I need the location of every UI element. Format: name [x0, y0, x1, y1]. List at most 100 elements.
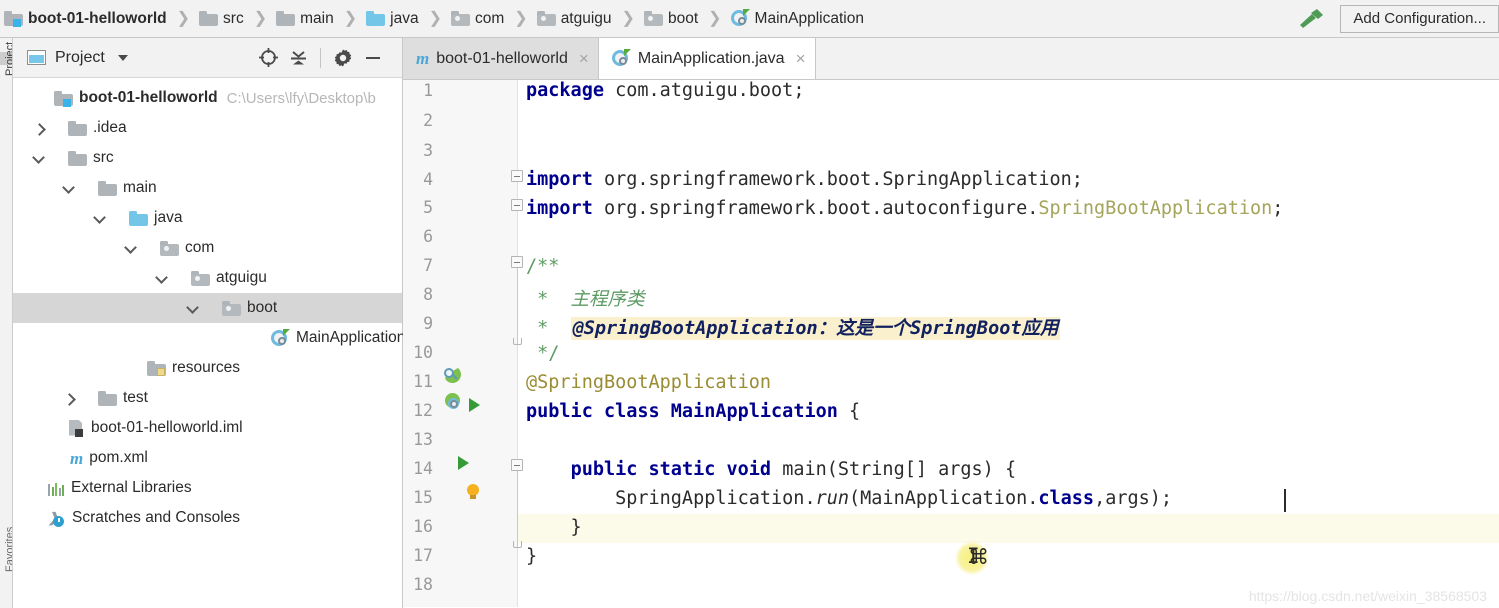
- locate-icon[interactable]: [253, 43, 283, 73]
- minimize-icon[interactable]: [358, 43, 388, 73]
- tree-arrow-collapsed-icon[interactable]: [63, 392, 76, 406]
- editor-gutter[interactable]: 1 2 3 4 5 6 7 8 9 10 11 12 13 14 15 16 1…: [403, 80, 518, 607]
- tree-arrow-expanded-icon[interactable]: [62, 180, 76, 195]
- tree-row-iml[interactable]: boot-01-helloworld.iml: [13, 413, 402, 443]
- line-number: 5: [423, 198, 433, 217]
- code-line-16: }: [526, 517, 582, 538]
- line-number: 7: [423, 256, 433, 275]
- tree-arrow-expanded-icon[interactable]: [93, 210, 107, 225]
- tree-arrow-collapsed-icon[interactable]: [33, 122, 46, 136]
- editor-tab-maven[interactable]: m boot-01-helloworld ×: [403, 38, 598, 79]
- add-configuration-button[interactable]: Add Configuration...: [1340, 4, 1499, 33]
- editor-tab-mainapplication[interactable]: MainApplication.java ×: [597, 38, 816, 79]
- project-panel-toolbar: Project: [13, 38, 402, 78]
- source-root-folder-icon: [129, 210, 148, 226]
- tree-row-src[interactable]: src: [13, 143, 402, 173]
- source-root-folder-icon: [366, 11, 386, 26]
- tree-row-com[interactable]: com: [13, 233, 402, 263]
- tree-label: pom.xml: [89, 449, 148, 466]
- code-line-11: @SpringBootApplication: [526, 372, 772, 393]
- line-number: 14: [413, 459, 433, 478]
- folder-icon: [98, 390, 117, 406]
- breadcrumb-item-atguigu[interactable]: atguigu: [533, 0, 614, 38]
- code-line-1: package com.atguigu.boot;: [526, 80, 805, 101]
- breadcrumb-item-class[interactable]: MainApplication: [727, 0, 866, 38]
- code-text[interactable]: package com.atguigu.boot; import org.spr…: [517, 80, 1499, 607]
- breadcrumb-item-src[interactable]: src: [195, 0, 246, 38]
- gear-icon[interactable]: [328, 43, 358, 73]
- line-number: 2: [423, 111, 433, 130]
- code-editor[interactable]: 1 2 3 4 5 6 7 8 9 10 11 12 13 14 15 16 1…: [403, 80, 1499, 607]
- tree-label: atguigu: [216, 269, 267, 286]
- collapse-all-icon[interactable]: [283, 43, 313, 73]
- breadcrumb-separator-icon: ❯: [253, 9, 268, 27]
- module-folder-icon: [4, 11, 23, 27]
- hammer-icon[interactable]: [1296, 6, 1326, 32]
- breadcrumb-item-main[interactable]: main: [272, 0, 336, 38]
- tree-row-test[interactable]: test: [13, 383, 402, 413]
- breadcrumb-item-boot[interactable]: boot: [640, 0, 700, 38]
- line-number: 4: [423, 170, 433, 189]
- folder-icon: [199, 11, 219, 26]
- navigation-bar: boot-01-helloworld ❯ src ❯ main ❯ java ❯…: [0, 0, 1499, 38]
- breadcrumb-item-module[interactable]: boot-01-helloworld: [0, 0, 169, 38]
- tree-arrow-expanded-icon[interactable]: [155, 270, 169, 285]
- tree-arrow-expanded-icon[interactable]: [186, 300, 200, 315]
- tree-row-resources[interactable]: resources: [13, 353, 402, 383]
- close-icon[interactable]: ×: [796, 50, 806, 67]
- tree-arrow-expanded-icon[interactable]: [124, 240, 138, 255]
- tree-row-main[interactable]: main: [13, 173, 402, 203]
- editor-tab-label: boot-01-helloworld: [436, 49, 568, 67]
- tree-row-external-libraries[interactable]: External Libraries: [13, 473, 402, 503]
- tool-window-tab-favorites[interactable]: Favorites: [0, 527, 12, 572]
- breadcrumb-item-com[interactable]: com: [447, 0, 506, 38]
- add-configuration-label: Add Configuration...: [1353, 10, 1486, 27]
- breadcrumb-separator-icon: ❯: [621, 9, 635, 27]
- folder-icon: [98, 180, 117, 196]
- line-number: 12: [413, 401, 433, 420]
- editor-tab-label: MainApplication.java: [637, 49, 785, 67]
- spring-boot-class-icon: [611, 49, 631, 68]
- tree-row-mainapplication[interactable]: MainApplication: [13, 323, 405, 353]
- breadcrumb-separator-icon: ❯: [176, 9, 191, 27]
- tree-row-java[interactable]: java: [13, 203, 402, 233]
- tree-row-pom[interactable]: m pom.xml: [13, 443, 402, 473]
- tree-label: boot-01-helloworld.iml: [91, 419, 243, 436]
- tree-arrow-expanded-icon[interactable]: [32, 150, 46, 165]
- line-number: 10: [413, 343, 433, 362]
- breadcrumb-separator-icon: ❯: [514, 9, 528, 27]
- tree-label: resources: [172, 359, 241, 376]
- ibeam-glyph: I: [967, 544, 980, 568]
- tree-row-module[interactable]: boot-01-helloworld C:\Users\lfy\Desktop\…: [13, 83, 402, 113]
- code-line-5: import org.springframework.boot.autoconf…: [526, 198, 1284, 219]
- tree-label: Scratches and Consoles: [72, 509, 241, 526]
- tree-label: boot: [247, 299, 278, 316]
- project-window-icon: [27, 50, 46, 65]
- scratches-icon: ❯: [48, 510, 66, 527]
- tree-row-scratches[interactable]: ❯ Scratches and Consoles: [13, 503, 402, 533]
- breadcrumb-separator-icon: ❯: [343, 9, 358, 27]
- editor-area: m boot-01-helloworld × MainApplication.j…: [403, 38, 1499, 608]
- tree-row-boot[interactable]: boot: [13, 293, 402, 323]
- code-line-15: SpringApplication.run(MainApplication.cl…: [526, 488, 1173, 509]
- code-line-9: * @SpringBootApplication：这是一个SpringBoot应…: [526, 314, 1061, 340]
- breadcrumb-label: com: [474, 9, 505, 27]
- breadcrumb-separator-icon: ❯: [428, 9, 442, 27]
- breadcrumb-item-java[interactable]: java: [362, 0, 420, 38]
- project-tool-window: Project boot-01-helloworld C:\Users\lfy\…: [13, 38, 405, 608]
- line-number: 3: [423, 141, 433, 160]
- run-gutter-icon[interactable]: [469, 398, 480, 412]
- code-line-7: /**: [526, 256, 560, 277]
- line-number: 6: [423, 227, 433, 246]
- breadcrumb-label: src: [223, 9, 244, 27]
- tool-window-tab-project[interactable]: Project: [0, 41, 12, 76]
- spring-boot-gutter-icon[interactable]: [444, 393, 463, 412]
- run-gutter-icon[interactable]: [458, 456, 469, 470]
- close-icon[interactable]: ×: [579, 50, 589, 67]
- navbar-actions: Add Configuration...: [1296, 0, 1499, 38]
- tree-label: .idea: [93, 119, 127, 136]
- tree-row-atguigu[interactable]: atguigu: [13, 263, 402, 293]
- chevron-down-icon[interactable]: [117, 54, 128, 61]
- tree-row-idea[interactable]: .idea: [13, 113, 402, 143]
- folder-icon: [68, 120, 87, 136]
